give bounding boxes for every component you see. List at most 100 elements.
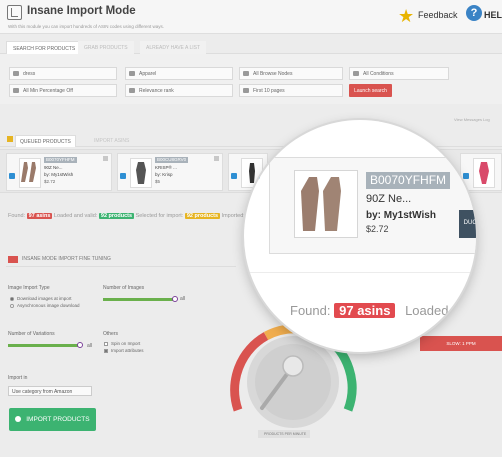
number-of-images-slider[interactable] bbox=[103, 298, 175, 301]
dress-image bbox=[21, 162, 36, 182]
queue-icon bbox=[7, 136, 13, 142]
keyword-input[interactable]: dress bbox=[9, 67, 117, 80]
number-of-images-handle[interactable] bbox=[172, 296, 178, 302]
selected-count: 92 bbox=[186, 213, 193, 219]
product-checkbox[interactable] bbox=[120, 173, 126, 179]
tab-import-asins[interactable]: IMPORT ASINS bbox=[90, 135, 133, 147]
condition-select[interactable]: All Conditions bbox=[349, 67, 449, 80]
number-of-variations-slider[interactable] bbox=[8, 344, 80, 347]
view-messages-log-link[interactable]: View Messages Log bbox=[454, 117, 490, 122]
zoomed-product-thumbnail bbox=[294, 170, 358, 238]
product-card[interactable]: B00CU8GRV0 KRISP® ... by: Krisp $5 bbox=[117, 153, 223, 191]
spin-on-import-checkbox[interactable] bbox=[104, 342, 108, 346]
product-brand: by: My1stWish bbox=[44, 172, 74, 177]
selected-unit: products bbox=[194, 213, 219, 219]
product-asin: B0070YFHFM bbox=[44, 157, 77, 163]
remove-product-icon[interactable] bbox=[103, 156, 108, 161]
min-percentage-select[interactable]: All Min Percentage Off bbox=[9, 84, 117, 97]
download-at-import-radio[interactable] bbox=[10, 297, 14, 301]
number-of-images-value: all bbox=[180, 296, 186, 302]
zoomed-product-brand: by: My1stWish bbox=[366, 210, 436, 221]
zoomed-products-button[interactable]: DUCTS bbox=[459, 210, 476, 238]
min-percentage-value: All Min Percentage Off bbox=[23, 88, 73, 94]
loaded-label: Loaded and valid: bbox=[53, 213, 98, 219]
launch-search-button[interactable]: Launch search bbox=[349, 84, 392, 97]
tab-queued-products[interactable]: QUEUED PRODUCTS bbox=[15, 135, 76, 147]
keyword-value: dress bbox=[23, 71, 36, 77]
import-attributes-checkbox[interactable] bbox=[104, 349, 108, 353]
star-icon[interactable]: ★ bbox=[398, 7, 414, 25]
product-checkbox[interactable] bbox=[231, 173, 237, 179]
product-thumbnail bbox=[473, 158, 495, 188]
magnifier-zoom: B0070YFHFM 90Z Ne... by: My1stWish $2.72… bbox=[244, 120, 476, 352]
spin-on-import-label: Spin on Import bbox=[111, 341, 141, 346]
page-subtitle: With this module you can import hundreds… bbox=[8, 24, 164, 29]
number-of-variations-value: all bbox=[87, 343, 93, 349]
browse-nodes-select[interactable]: All Browse Nodes bbox=[239, 67, 343, 80]
import-in-label: Import in bbox=[8, 375, 28, 381]
found-count-badge: 97 asins bbox=[26, 213, 53, 219]
import-mode-icon bbox=[7, 5, 22, 20]
image-import-type-label: Image Import Type bbox=[8, 285, 50, 291]
product-checkbox[interactable] bbox=[9, 173, 15, 179]
products-per-minute-label: PRODUCTS PER MINUTE bbox=[258, 430, 310, 438]
loaded-unit: products bbox=[108, 213, 133, 219]
number-of-images-label: Number of Images bbox=[103, 285, 145, 291]
import-products-button[interactable]: IMPORT PRODUCTS bbox=[9, 408, 96, 431]
product-price: $2.72 bbox=[44, 179, 56, 184]
pages-value: First 10 pages bbox=[253, 88, 285, 94]
tab-search-for-products[interactable]: SEARCH FOR PRODUCTS bbox=[6, 41, 83, 54]
tab-already-have-list[interactable]: ALREADY HAVE A LIST bbox=[140, 41, 207, 54]
category-select[interactable]: Apparel bbox=[125, 67, 233, 80]
pages-icon bbox=[243, 88, 249, 93]
fine-tuning-title: INSANE MODE IMPORT FINE TUNING bbox=[22, 256, 111, 262]
product-price: $5 bbox=[155, 179, 161, 184]
divider bbox=[244, 272, 476, 273]
selected-count-badge: 92 products bbox=[184, 213, 221, 219]
import-products-label: IMPORT PRODUCTS bbox=[26, 416, 90, 423]
category-value: Apparel bbox=[139, 71, 157, 77]
tab-grab-products[interactable]: GRAB PRODUCTS bbox=[78, 41, 134, 54]
zoomed-product-asin: B0070YFHFM bbox=[366, 172, 451, 189]
zoomed-product-name: 90Z Ne... bbox=[366, 193, 412, 205]
zoomed-found-badge: 97 asins bbox=[334, 303, 396, 318]
speed-badge: SLOW: 1 PPM bbox=[420, 336, 502, 351]
product-thumbnail bbox=[130, 158, 152, 188]
async-download-radio[interactable] bbox=[10, 304, 14, 308]
product-brand: by: Krisp bbox=[155, 172, 173, 177]
import-in-select[interactable]: Use category from Amazon bbox=[8, 386, 92, 396]
search-icon bbox=[13, 71, 19, 76]
remove-product-icon[interactable] bbox=[214, 156, 219, 161]
page-title: Insane Import Mode bbox=[27, 5, 136, 17]
product-name: KRISP® ... bbox=[155, 165, 177, 170]
category-icon bbox=[129, 71, 135, 76]
browse-nodes-value: All Browse Nodes bbox=[253, 71, 293, 77]
sort-icon bbox=[129, 88, 135, 93]
help-link[interactable]: HELP bbox=[484, 10, 502, 20]
feedback-link[interactable]: Feedback bbox=[418, 10, 458, 20]
help-icon[interactable]: ? bbox=[466, 5, 482, 21]
found-count: 97 bbox=[28, 213, 35, 219]
fine-tuning-icon bbox=[8, 256, 18, 263]
browse-nodes-icon bbox=[243, 71, 249, 76]
found-label: Found: bbox=[8, 213, 26, 219]
product-asin: B00CU8GRV0 bbox=[155, 157, 189, 163]
imported-label: Imported: bbox=[221, 213, 245, 219]
number-of-variations-handle[interactable] bbox=[77, 342, 83, 348]
dress-image bbox=[136, 162, 146, 184]
divider bbox=[6, 266, 236, 267]
others-label: Others bbox=[103, 331, 119, 337]
zoomed-product-price: $2.72 bbox=[366, 224, 389, 234]
async-download-label: Asynchronous image download bbox=[17, 303, 80, 308]
product-card[interactable]: B0070YFHFM 90Z Ne... by: My1stWish $2.72 bbox=[6, 153, 112, 191]
found-unit: asins bbox=[36, 213, 51, 219]
condition-icon bbox=[353, 71, 359, 76]
zoomed-loaded-label: Loaded and vali bbox=[405, 303, 476, 318]
sort-select[interactable]: Relevance rank bbox=[125, 84, 233, 97]
zoomed-found-unit: asins bbox=[357, 303, 391, 318]
pages-select[interactable]: First 10 pages bbox=[239, 84, 343, 97]
zoomed-product-checkbox[interactable] bbox=[249, 168, 260, 179]
percentage-icon bbox=[13, 88, 19, 93]
zoomed-found-row: Found: 97 asins Loaded and vali bbox=[290, 303, 476, 318]
download-at-import-label: Download images at import bbox=[17, 296, 72, 301]
